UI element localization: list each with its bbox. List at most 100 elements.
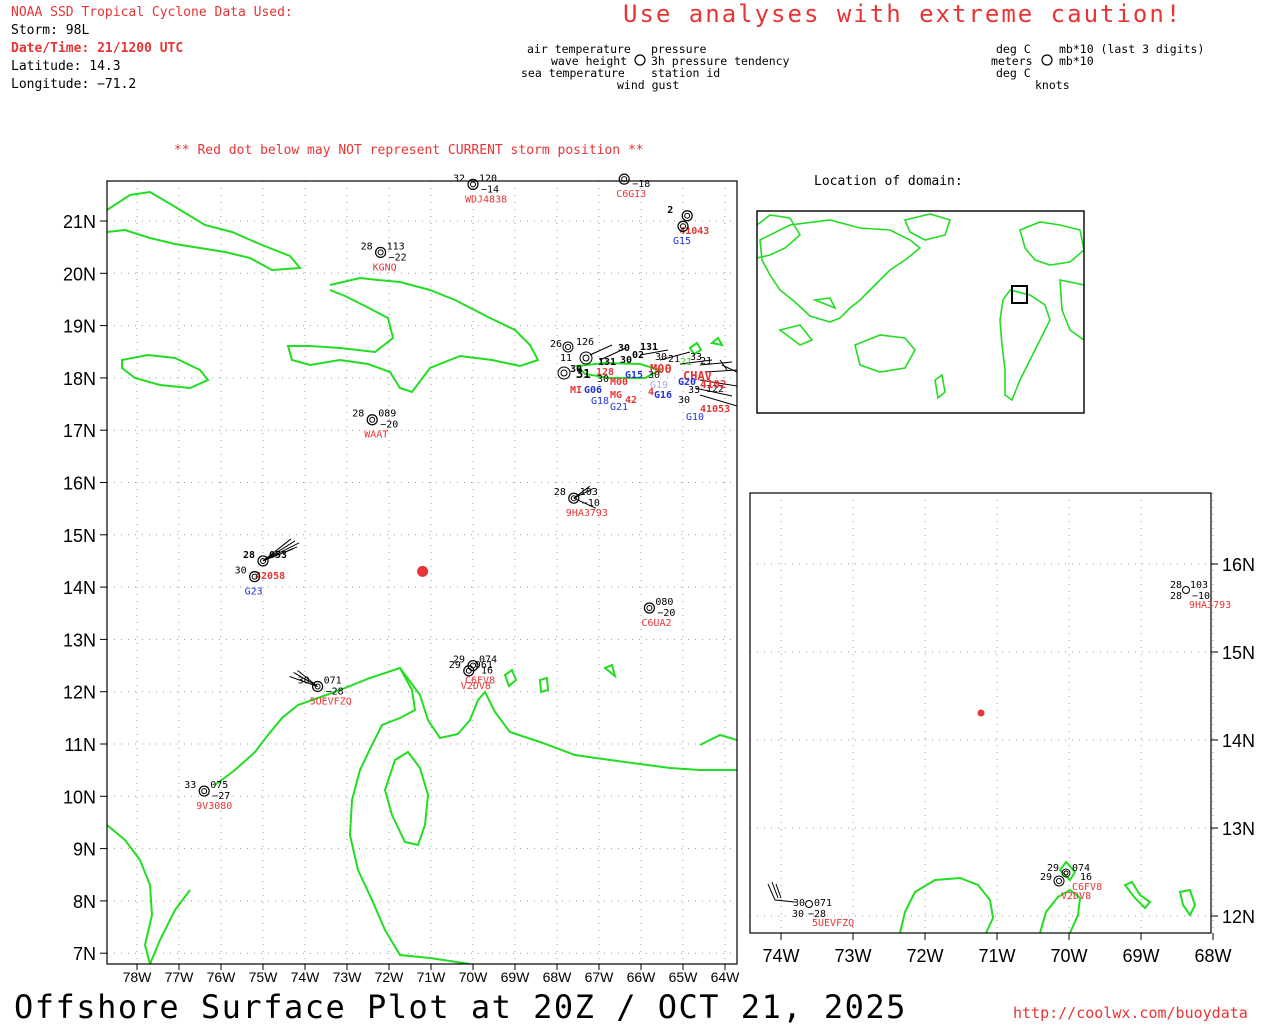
- main-map: 21N 20N 19N 18N 17N 16N 15N 14N 13N 12N 11N 10N 9N 8N…: [63, 173, 740, 985]
- station-value: 28: [352, 409, 364, 420]
- svg-text:G18: G18: [591, 396, 609, 407]
- lon-label: 64W: [711, 969, 741, 985]
- station-value: 103: [580, 487, 598, 498]
- station-circle-icon: [681, 210, 693, 222]
- svg-text:30: 30: [618, 343, 630, 354]
- svg-text:G21: G21: [610, 402, 628, 413]
- station-value: 33: [184, 780, 196, 791]
- station-value: 120: [479, 173, 497, 184]
- inset-lon-label: 70W: [1050, 946, 1087, 966]
- inset-map: 16N 15N 14N 13N 12N 74W 73W 72W 71W 70W 69W 68W 28…: [749, 492, 1255, 966]
- station-waat: 28 089−20WAAT: [352, 409, 398, 441]
- inset-storm-position-marker: [977, 709, 985, 717]
- station-id-label: WDJ4838: [465, 194, 507, 205]
- lat-label: 11N: [64, 735, 96, 755]
- inset-lat-label: 12N: [1222, 907, 1255, 927]
- station-id-label: 9HA3793: [566, 508, 608, 519]
- inset-lat-label: 16N: [1222, 555, 1255, 575]
- svg-text:M00: M00: [650, 362, 672, 376]
- lat-label: 14N: [63, 578, 96, 598]
- lat-label: 7N: [73, 944, 96, 964]
- map-canvas: 21N 20N 19N 18N 17N 16N 15N 14N 13N 12N 11N 10N 9N 8N…: [63, 54, 1255, 985]
- station-id-label: G23: [245, 587, 263, 598]
- station-id-label: WAAT: [364, 430, 388, 441]
- lon-label: 74W: [291, 969, 321, 985]
- storm-position-marker: [417, 565, 429, 577]
- station-id-label: V2DV8: [461, 681, 491, 692]
- station-value: 29: [449, 660, 461, 671]
- station-value: 061: [475, 660, 493, 671]
- svg-text:30: 30: [620, 355, 632, 366]
- inset-station-9ha3793: 28 103 28 −10 9HA3793: [1170, 580, 1231, 611]
- inset-lat-label: 14N: [1222, 731, 1255, 751]
- station-inner-circle-icon: [369, 416, 376, 423]
- legend-units-circle-icon: [1041, 54, 1053, 66]
- station-value: 089: [378, 409, 396, 420]
- inset-station-5uevfzq: 30 071 30 −28 5UEVFZQ: [767, 881, 854, 929]
- station-9ha3793: 28 103−109HA3793: [554, 487, 608, 519]
- svg-text:21: 21: [680, 357, 692, 368]
- station-value: 075: [210, 780, 228, 791]
- station-id-label: 5UEVFZQ: [310, 696, 352, 707]
- svg-text:11: 11: [560, 353, 572, 364]
- lon-label: 77W: [165, 969, 195, 985]
- station-circle-icon: [366, 414, 378, 426]
- inset-station-pressure: 103: [1190, 580, 1208, 591]
- pr-station-cluster: 26 126 1131 30 131 30 131 0230 30 21 33 2112…: [550, 337, 737, 423]
- lat-label: 20N: [63, 264, 96, 284]
- inset-station-sst: 28: [1170, 591, 1182, 602]
- inset-stations: 28 103 28 −10 9HA3793 30 071 30 −28 5UEV…: [767, 580, 1231, 929]
- inset-station-pressure: 071: [814, 898, 832, 909]
- inset-lat-label: 13N: [1222, 819, 1255, 839]
- plot-title: Offshore Surface Plot at 20Z / OCT 21, 2…: [14, 988, 907, 1026]
- station-inner-circle-icon: [470, 181, 476, 188]
- inset-map-grid: [750, 493, 1218, 940]
- svg-text:26: 26: [550, 339, 562, 350]
- station-id-label: C6GI3: [616, 189, 646, 200]
- svg-text:41053: 41053: [700, 404, 730, 415]
- svg-text:G15: G15: [625, 370, 643, 381]
- station-value: 28: [554, 487, 566, 498]
- inset-lat-label: 15N: [1222, 643, 1255, 663]
- station-kgnq: 28 113−22KGNQ: [361, 241, 407, 273]
- station-circle-icon: [375, 246, 387, 258]
- inset-lon-label: 72W: [906, 946, 943, 966]
- inset-station-id: V2DV8: [1061, 891, 1091, 902]
- svg-text:30: 30: [570, 364, 582, 375]
- svg-text:G06: G06: [584, 385, 602, 396]
- lon-label: 67W: [585, 969, 615, 985]
- station-circle-icon: [643, 602, 656, 614]
- legend-station-circle-icon: [634, 54, 646, 66]
- lat-label: 10N: [63, 787, 96, 807]
- station-id-label: G15: [673, 236, 691, 247]
- inset-lon-label: 74W: [762, 946, 799, 966]
- lon-label: 69W: [501, 969, 531, 985]
- lon-label: 72W: [375, 969, 405, 985]
- station-id-label: C6UA2: [641, 618, 671, 629]
- station-id-label: KGNQ: [373, 262, 397, 273]
- inset-station-temp: 29: [1040, 872, 1052, 883]
- svg-text:02: 02: [632, 350, 644, 361]
- world-locator-map: [756, 210, 1085, 414]
- source-url-link[interactable]: http://coolwx.com/buoydata: [1013, 1004, 1248, 1022]
- lat-label: 9N: [73, 840, 96, 860]
- lon-label: 70W: [459, 969, 489, 985]
- station-value: 30: [235, 566, 247, 577]
- station-value: 113: [387, 241, 405, 252]
- station-value: 071: [324, 675, 342, 686]
- lat-label: 19N: [63, 317, 96, 337]
- lat-label: 15N: [63, 526, 96, 546]
- inset-lon-label: 69W: [1122, 946, 1159, 966]
- station-circle-icon: [198, 785, 210, 797]
- svg-text:MI: MI: [570, 385, 582, 396]
- lon-label: 66W: [627, 969, 657, 985]
- lon-label: 76W: [207, 969, 237, 985]
- station-value: 32: [453, 173, 465, 184]
- lat-label: 12N: [63, 683, 96, 703]
- inset-lon-label: 68W: [1194, 946, 1231, 966]
- lon-label: 78W: [123, 969, 153, 985]
- inset-station-temp: 30: [793, 898, 805, 909]
- lat-label: 18N: [63, 369, 96, 389]
- lon-label: 71W: [417, 969, 447, 985]
- svg-text:MG: MG: [610, 390, 622, 401]
